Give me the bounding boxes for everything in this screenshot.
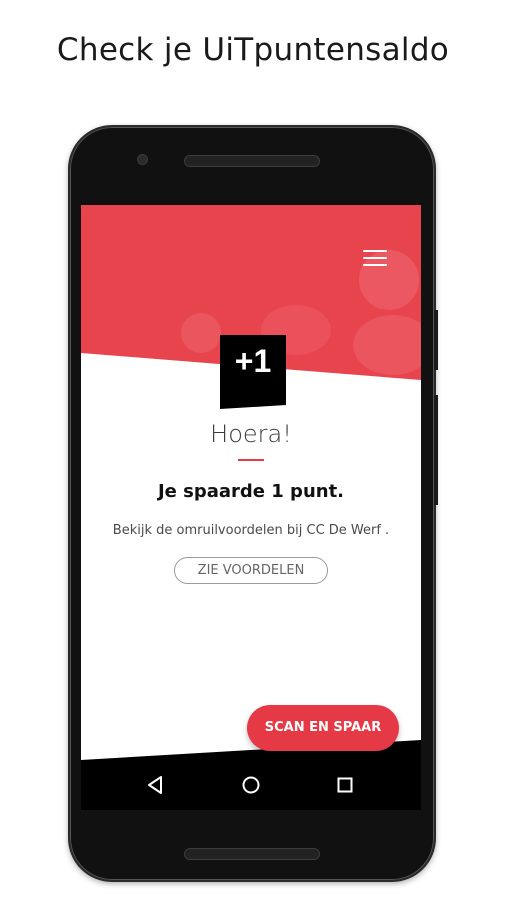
home-circle-icon[interactable] (239, 773, 263, 797)
points-badge: +1 (220, 335, 286, 409)
bottom-speaker (184, 848, 320, 860)
badge-text: +1 (234, 343, 272, 379)
hamburger-menu-icon[interactable] (363, 250, 387, 266)
back-triangle-icon[interactable] (144, 773, 168, 797)
heading-divider (238, 459, 264, 461)
promo-title: Check je UiTpuntensaldo (56, 32, 450, 68)
phone-power-button (434, 310, 438, 370)
info-text: Bekijk de omruilvoordelen bij CC De Werf… (112, 523, 390, 538)
recents-square-icon[interactable] (333, 773, 357, 797)
front-camera (138, 155, 147, 164)
android-nav-bar (81, 760, 421, 810)
top-speaker (184, 155, 320, 167)
view-benefits-button[interactable]: ZIE VOORDELEN (174, 557, 328, 584)
scan-and-save-button[interactable]: SCAN EN SPAAR (247, 705, 399, 751)
phone-volume-button (434, 395, 438, 505)
page-heading: Hoera! (210, 420, 292, 448)
saved-message: Je spaarde 1 punt. (157, 481, 345, 502)
app-screen: +1 Hoera! Je spaarde 1 punt. Bekijk de o… (81, 205, 421, 810)
